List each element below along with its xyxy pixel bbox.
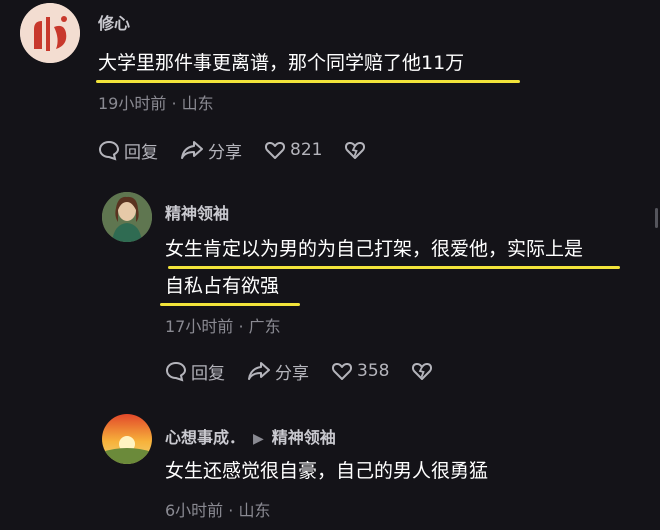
share-button[interactable]: 分享 <box>180 138 242 163</box>
comment-meta: 6小时前 · 山东 <box>165 501 271 520</box>
comment-author[interactable]: 精神领袖 <box>165 200 229 224</box>
share-label: 分享 <box>275 363 309 384</box>
share-icon <box>248 362 270 380</box>
like-button[interactable]: 358 <box>331 360 389 382</box>
reply-to-name[interactable]: 精神领袖 <box>272 428 336 447</box>
like-count: 821 <box>290 140 323 160</box>
reply-button[interactable]: 回复 <box>98 138 158 163</box>
dislike-button[interactable] <box>411 360 437 382</box>
like-button[interactable]: 821 <box>264 139 322 161</box>
reply-label: 回复 <box>191 363 225 384</box>
avatar[interactable] <box>102 414 152 464</box>
dislike-icon <box>412 362 433 380</box>
comment-text: 自私占有欲强 <box>165 275 280 297</box>
dislike-icon <box>345 141 366 159</box>
highlight-underline <box>96 80 520 83</box>
reply-icon <box>165 361 187 382</box>
scrollbar[interactable] <box>655 208 658 228</box>
comment-author[interactable]: 修心 <box>98 10 130 34</box>
avatar[interactable] <box>102 192 152 242</box>
comment-actions: 回复 分享 358 <box>165 357 459 385</box>
reply-label: 回复 <box>124 142 158 163</box>
comment-author: 心想事成． ▶ 精神领袖 <box>165 424 336 448</box>
share-icon <box>181 141 203 159</box>
caret-right-icon: ▶ <box>253 431 264 447</box>
dislike-button[interactable] <box>344 139 370 161</box>
share-label: 分享 <box>208 142 242 163</box>
comment-actions: 回复 分享 821 <box>98 136 392 164</box>
comment-text: 女生肯定以为男的为自己打架，很爱他，实际上是 <box>165 238 584 260</box>
comment-meta: 19小时前 · 山东 <box>98 94 214 113</box>
like-count: 358 <box>357 361 390 381</box>
comment-text: 女生还感觉很自豪，自己的男人很勇猛 <box>165 460 489 482</box>
avatar[interactable] <box>20 3 80 63</box>
reply-button[interactable]: 回复 <box>165 359 225 384</box>
heart-icon <box>264 141 286 159</box>
comment-meta: 17小时前 · 广东 <box>165 317 281 336</box>
reply-icon <box>98 140 120 161</box>
author-name[interactable]: 心想事成． <box>165 428 245 447</box>
comment-thread: 修心 大学里那件事更离谱，那个同学赔了他11万 19小时前 · 山东 回复 分享… <box>0 0 660 530</box>
highlight-underline <box>160 303 300 306</box>
heart-icon <box>331 362 353 380</box>
share-button[interactable]: 分享 <box>247 359 309 384</box>
comment-text: 大学里那件事更离谱，那个同学赔了他11万 <box>98 52 465 74</box>
